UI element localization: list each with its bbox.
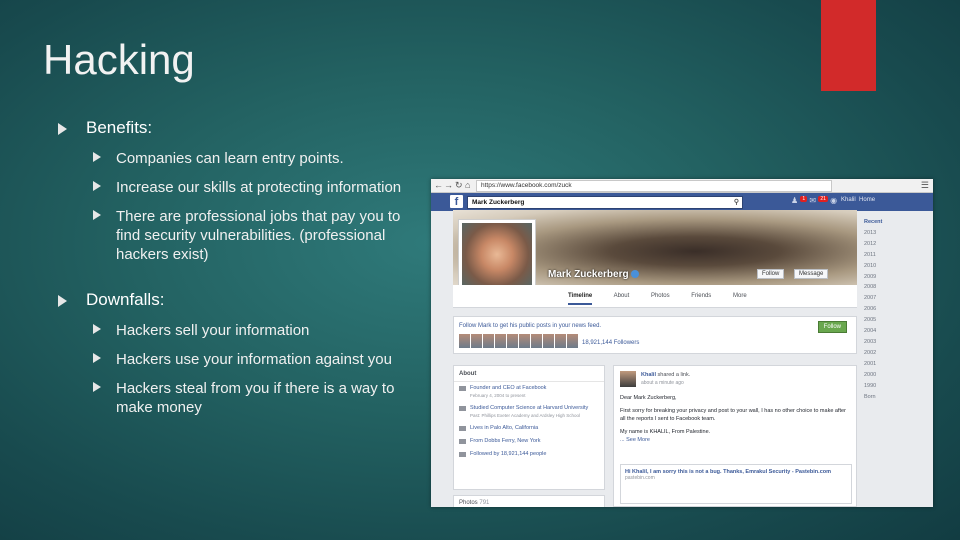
year-scrubber: Recent 2013 2012 2011 2010 2009 2008 200… bbox=[864, 217, 886, 402]
year-item: 2002 bbox=[864, 349, 877, 356]
year-item: 2013 bbox=[864, 229, 877, 236]
benefit-item: Companies can learn entry points. bbox=[93, 149, 418, 168]
bullet-arrow-icon bbox=[58, 123, 67, 135]
about-item: Lives in Palo Alto, California bbox=[454, 422, 604, 435]
rss-icon bbox=[459, 452, 466, 457]
year-item: 2007 bbox=[864, 295, 877, 302]
year-item: Born bbox=[864, 393, 876, 400]
bullet-arrow-icon bbox=[93, 324, 101, 334]
year-item: 1990 bbox=[864, 382, 877, 389]
bullet-arrow-icon bbox=[58, 295, 67, 307]
red-accent-bar bbox=[821, 0, 876, 91]
home-icon: ⌂ bbox=[465, 180, 471, 190]
year-item: 2012 bbox=[864, 240, 877, 247]
facebook-logo-icon: f bbox=[450, 195, 463, 208]
profile-name: Mark Zuckerberg bbox=[548, 269, 639, 280]
notification-icons: ♟ 1 ✉ 21 ◉ bbox=[791, 196, 837, 205]
downfall-item: Hackers steal from you if there is a way… bbox=[93, 379, 418, 417]
about-item: Studied Computer Science at Harvard Univ… bbox=[454, 402, 604, 422]
follower-thumbnails bbox=[459, 334, 579, 353]
house-icon bbox=[459, 426, 466, 431]
tab-photos: Photos bbox=[650, 293, 670, 299]
bullet-arrow-icon bbox=[93, 353, 101, 363]
about-item: From Dobbs Ferry, New York bbox=[454, 435, 604, 448]
downfalls-heading: Downfalls: bbox=[58, 290, 418, 310]
year-item: 2011 bbox=[864, 251, 876, 258]
wall-post: Khalil shared a link. about a minute ago… bbox=[613, 365, 857, 507]
bullet-arrow-icon bbox=[93, 181, 101, 191]
facebook-search-input: Mark Zuckerberg ⚲ bbox=[467, 196, 743, 209]
follow-prompt-text: Follow Mark to get his public posts in y… bbox=[459, 323, 602, 329]
tab-friends: Friends bbox=[691, 293, 712, 299]
downfall-item: Hackers use your information against you bbox=[93, 350, 418, 369]
see-more-link: ... See More bbox=[620, 437, 650, 443]
messages-badge: 1 bbox=[800, 196, 808, 202]
slide-title: Hacking bbox=[43, 36, 195, 83]
messages-icon: ✉ bbox=[809, 196, 817, 205]
about-panel: About Founder and CEO at Facebook Februa… bbox=[453, 365, 605, 490]
post-author: Khalil shared a link. bbox=[641, 372, 691, 378]
year-item: 2000 bbox=[864, 371, 877, 378]
year-item: 2005 bbox=[864, 317, 877, 324]
about-item: Followed by 18,921,144 people bbox=[454, 448, 604, 461]
facebook-screenshot: ← → ↻ ⌂ https://www.facebook.com/zuck ☰ … bbox=[431, 179, 933, 507]
menu-icon: ☰ bbox=[920, 180, 929, 190]
tab-timeline: Timeline bbox=[568, 293, 593, 305]
search-icon: ⚲ bbox=[733, 199, 739, 206]
year-item: 2001 bbox=[864, 360, 877, 367]
profile-tabs-bar: Timeline About Photos Friends More bbox=[453, 285, 857, 308]
forward-icon: → bbox=[444, 180, 453, 190]
benefit-item: Increase our skills at protecting inform… bbox=[93, 178, 418, 197]
location-icon bbox=[459, 439, 466, 444]
year-item: 2008 bbox=[864, 284, 877, 291]
about-heading: About bbox=[454, 366, 604, 382]
downfall-item: Hackers sell your information bbox=[93, 321, 418, 340]
benefits-heading: Benefits: bbox=[58, 118, 418, 138]
friend-requests-icon: ♟ bbox=[791, 196, 799, 205]
year-item: 2006 bbox=[864, 306, 877, 313]
verified-icon bbox=[630, 270, 639, 279]
followers-count: 18,921,144 Followers bbox=[582, 340, 640, 346]
benefit-item: There are professional jobs that pay you… bbox=[93, 207, 418, 264]
briefcase-icon bbox=[459, 386, 466, 391]
tab-more: More bbox=[732, 293, 747, 299]
facebook-top-bar: f Mark Zuckerberg ⚲ ♟ 1 ✉ 21 ◉ Khalil Ho… bbox=[431, 193, 933, 211]
follow-button: Follow bbox=[757, 269, 785, 279]
bullet-arrow-icon bbox=[93, 210, 101, 220]
about-item: Founder and CEO at Facebook February 4, … bbox=[454, 382, 604, 402]
bullet-arrow-icon bbox=[93, 152, 101, 162]
tab-about: About bbox=[613, 293, 630, 299]
globe-icon: ◉ bbox=[830, 196, 838, 205]
year-item: 2010 bbox=[864, 262, 877, 269]
notifications-badge: 21 bbox=[818, 196, 828, 202]
post-timestamp: about a minute ago bbox=[641, 380, 684, 386]
browser-toolbar: ← → ↻ ⌂ https://www.facebook.com/zuck ☰ bbox=[431, 179, 933, 193]
reload-icon: ↻ bbox=[455, 180, 463, 190]
follow-prompt-box: Follow Mark to get his public posts in y… bbox=[453, 316, 857, 354]
bullet-arrow-icon bbox=[93, 382, 101, 392]
year-item: 2004 bbox=[864, 328, 877, 335]
back-icon: ← bbox=[434, 180, 443, 190]
bullet-list: Benefits: Companies can learn entry poin… bbox=[58, 118, 418, 417]
shared-link-card: Hi Khalil, I am sorry this is not a bug.… bbox=[620, 464, 852, 504]
year-item: 2003 bbox=[864, 338, 877, 345]
post-body: Dear Mark Zuckerberg, First sorry for br… bbox=[620, 395, 846, 443]
graduation-icon bbox=[459, 406, 466, 411]
follow-green-button: Follow bbox=[817, 321, 847, 333]
address-bar: https://www.facebook.com/zuck bbox=[476, 180, 832, 192]
photos-panel: Photos 791 bbox=[453, 495, 605, 507]
fb-user-nav: Khalil Home bbox=[841, 197, 876, 203]
avatar bbox=[620, 371, 636, 387]
message-button: Message bbox=[794, 269, 829, 279]
year-item: 2009 bbox=[864, 273, 877, 280]
year-item: Recent bbox=[864, 219, 883, 225]
